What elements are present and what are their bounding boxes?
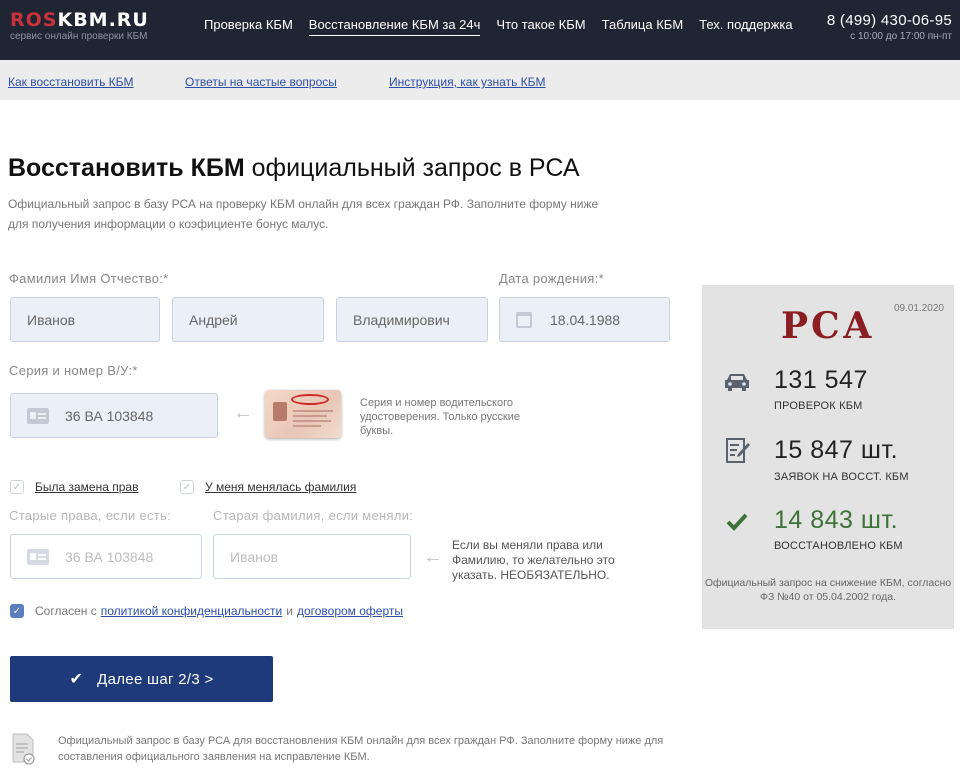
page-title: Восстановить КБМ официальный запрос в РС… (8, 154, 580, 182)
stat-restored-value: 14 843 шт. (774, 506, 899, 534)
document-check-icon (12, 733, 35, 765)
intro-text: Официальный запрос в базу РСА на проверк… (8, 197, 599, 231)
middle-name-input[interactable]: Владимирович (336, 297, 488, 342)
id-card-icon (27, 407, 49, 424)
checkbox-icon[interactable]: ✓ (180, 480, 194, 494)
old-license-input[interactable]: 36 ВА 103848 (10, 534, 202, 579)
checkbox-license-changed[interactable]: ✓ Была замена прав (10, 480, 138, 494)
arrow-left-icon: ← (233, 402, 253, 424)
last-name-input[interactable]: Иванов (10, 297, 160, 342)
checkbox-icon[interactable]: ✓ (10, 480, 24, 494)
checkbox-name-changed[interactable]: ✓ У меня менялась фамилия (180, 480, 356, 494)
rsa-stats-panel: 09.01.2020 РСА 131 547 ПРОВЕРОК КБМ 15 8… (702, 285, 954, 629)
old-license-label: Старые права, если есть: (9, 508, 172, 523)
nav-kbm-table[interactable]: Таблица КБМ (602, 17, 684, 36)
checkmark-icon: ✔ (69, 671, 84, 688)
nav-restore-kbm[interactable]: Восстановление КБМ за 24ч (308, 17, 481, 36)
top-header: ROSKBM.RU сервис онлайн проверки КБМ Про… (0, 0, 960, 60)
sub-nav: Как восстановить КБМ Ответы на частые во… (0, 60, 960, 100)
work-hours: с 10:00 до 17:00 пн-пт (850, 31, 952, 42)
subnav-faq[interactable]: Ответы на частые вопросы (185, 75, 337, 89)
subnav-how-restore[interactable]: Как восстановить КБМ (8, 75, 134, 89)
logo-subtitle: сервис онлайн проверки КБМ (10, 31, 148, 42)
arrow-left-icon: ← (423, 546, 443, 568)
rsa-logo: РСА (780, 305, 876, 347)
license-hint: Серия и номер водительского удостоверени… (360, 397, 521, 437)
nav-check-kbm[interactable]: Проверка КБМ (204, 17, 293, 36)
dob-label: Дата рождения:* (499, 271, 604, 286)
stat-requests-value: 15 847 шт. (774, 436, 899, 464)
first-name-input[interactable]: Андрей (172, 297, 324, 342)
dob-input[interactable]: 18.04.1988 (499, 297, 670, 342)
old-data-hint: Если вы меняли права или Фамилию, то жел… (452, 538, 615, 582)
site-logo[interactable]: ROSKBM.RU (10, 9, 149, 31)
nav-what-is-kbm[interactable]: Что такое КБМ (496, 17, 585, 36)
old-name-input[interactable]: Иванов (213, 534, 411, 579)
checkmark-icon (726, 513, 748, 531)
license-input[interactable]: 36 ВА 103848 (10, 393, 218, 438)
driver-license-image (265, 390, 341, 438)
stat-requests-label: ЗАЯВОК НА ВОССТ. КБМ (774, 471, 909, 483)
panel-footer-text: Официальный запрос на снижение КБМ, согл… (704, 577, 952, 603)
car-icon (725, 374, 749, 391)
calendar-icon (516, 311, 532, 328)
id-card-icon (27, 548, 49, 565)
fio-label: Фамилия Имя Отчество:* (9, 271, 169, 286)
agreement-row: ✓ Согласен с политикой конфиденциальност… (10, 604, 407, 618)
privacy-policy-link[interactable]: политикой конфиденциальности (101, 604, 282, 618)
stat-checks-value: 131 547 (774, 366, 868, 394)
offer-link[interactable]: договором оферты (297, 604, 403, 618)
old-name-label: Старая фамилия, если меняли: (213, 508, 414, 523)
subnav-instruction[interactable]: Инструкция, как узнать КБМ (389, 75, 546, 89)
agree-checkbox[interactable]: ✓ (10, 604, 24, 618)
stat-restored-label: ВОССТАНОВЛЕНО КБМ (774, 540, 903, 552)
phone-number[interactable]: 8 (499) 430-06-95 (827, 12, 952, 29)
main-nav: Проверка КБМ Восстановление КБМ за 24ч Ч… (204, 17, 809, 36)
next-step-button[interactable]: ✔ Далее шаг 2/3 > (10, 656, 273, 702)
document-edit-icon (726, 438, 750, 463)
stat-checks-label: ПРОВЕРОК КБМ (774, 400, 863, 412)
footer-text: Официальный запрос в базу РСА для восста… (58, 735, 664, 763)
nav-support[interactable]: Тех. поддержка (699, 17, 792, 36)
license-label: Серия и номер В/У:* (9, 363, 138, 378)
